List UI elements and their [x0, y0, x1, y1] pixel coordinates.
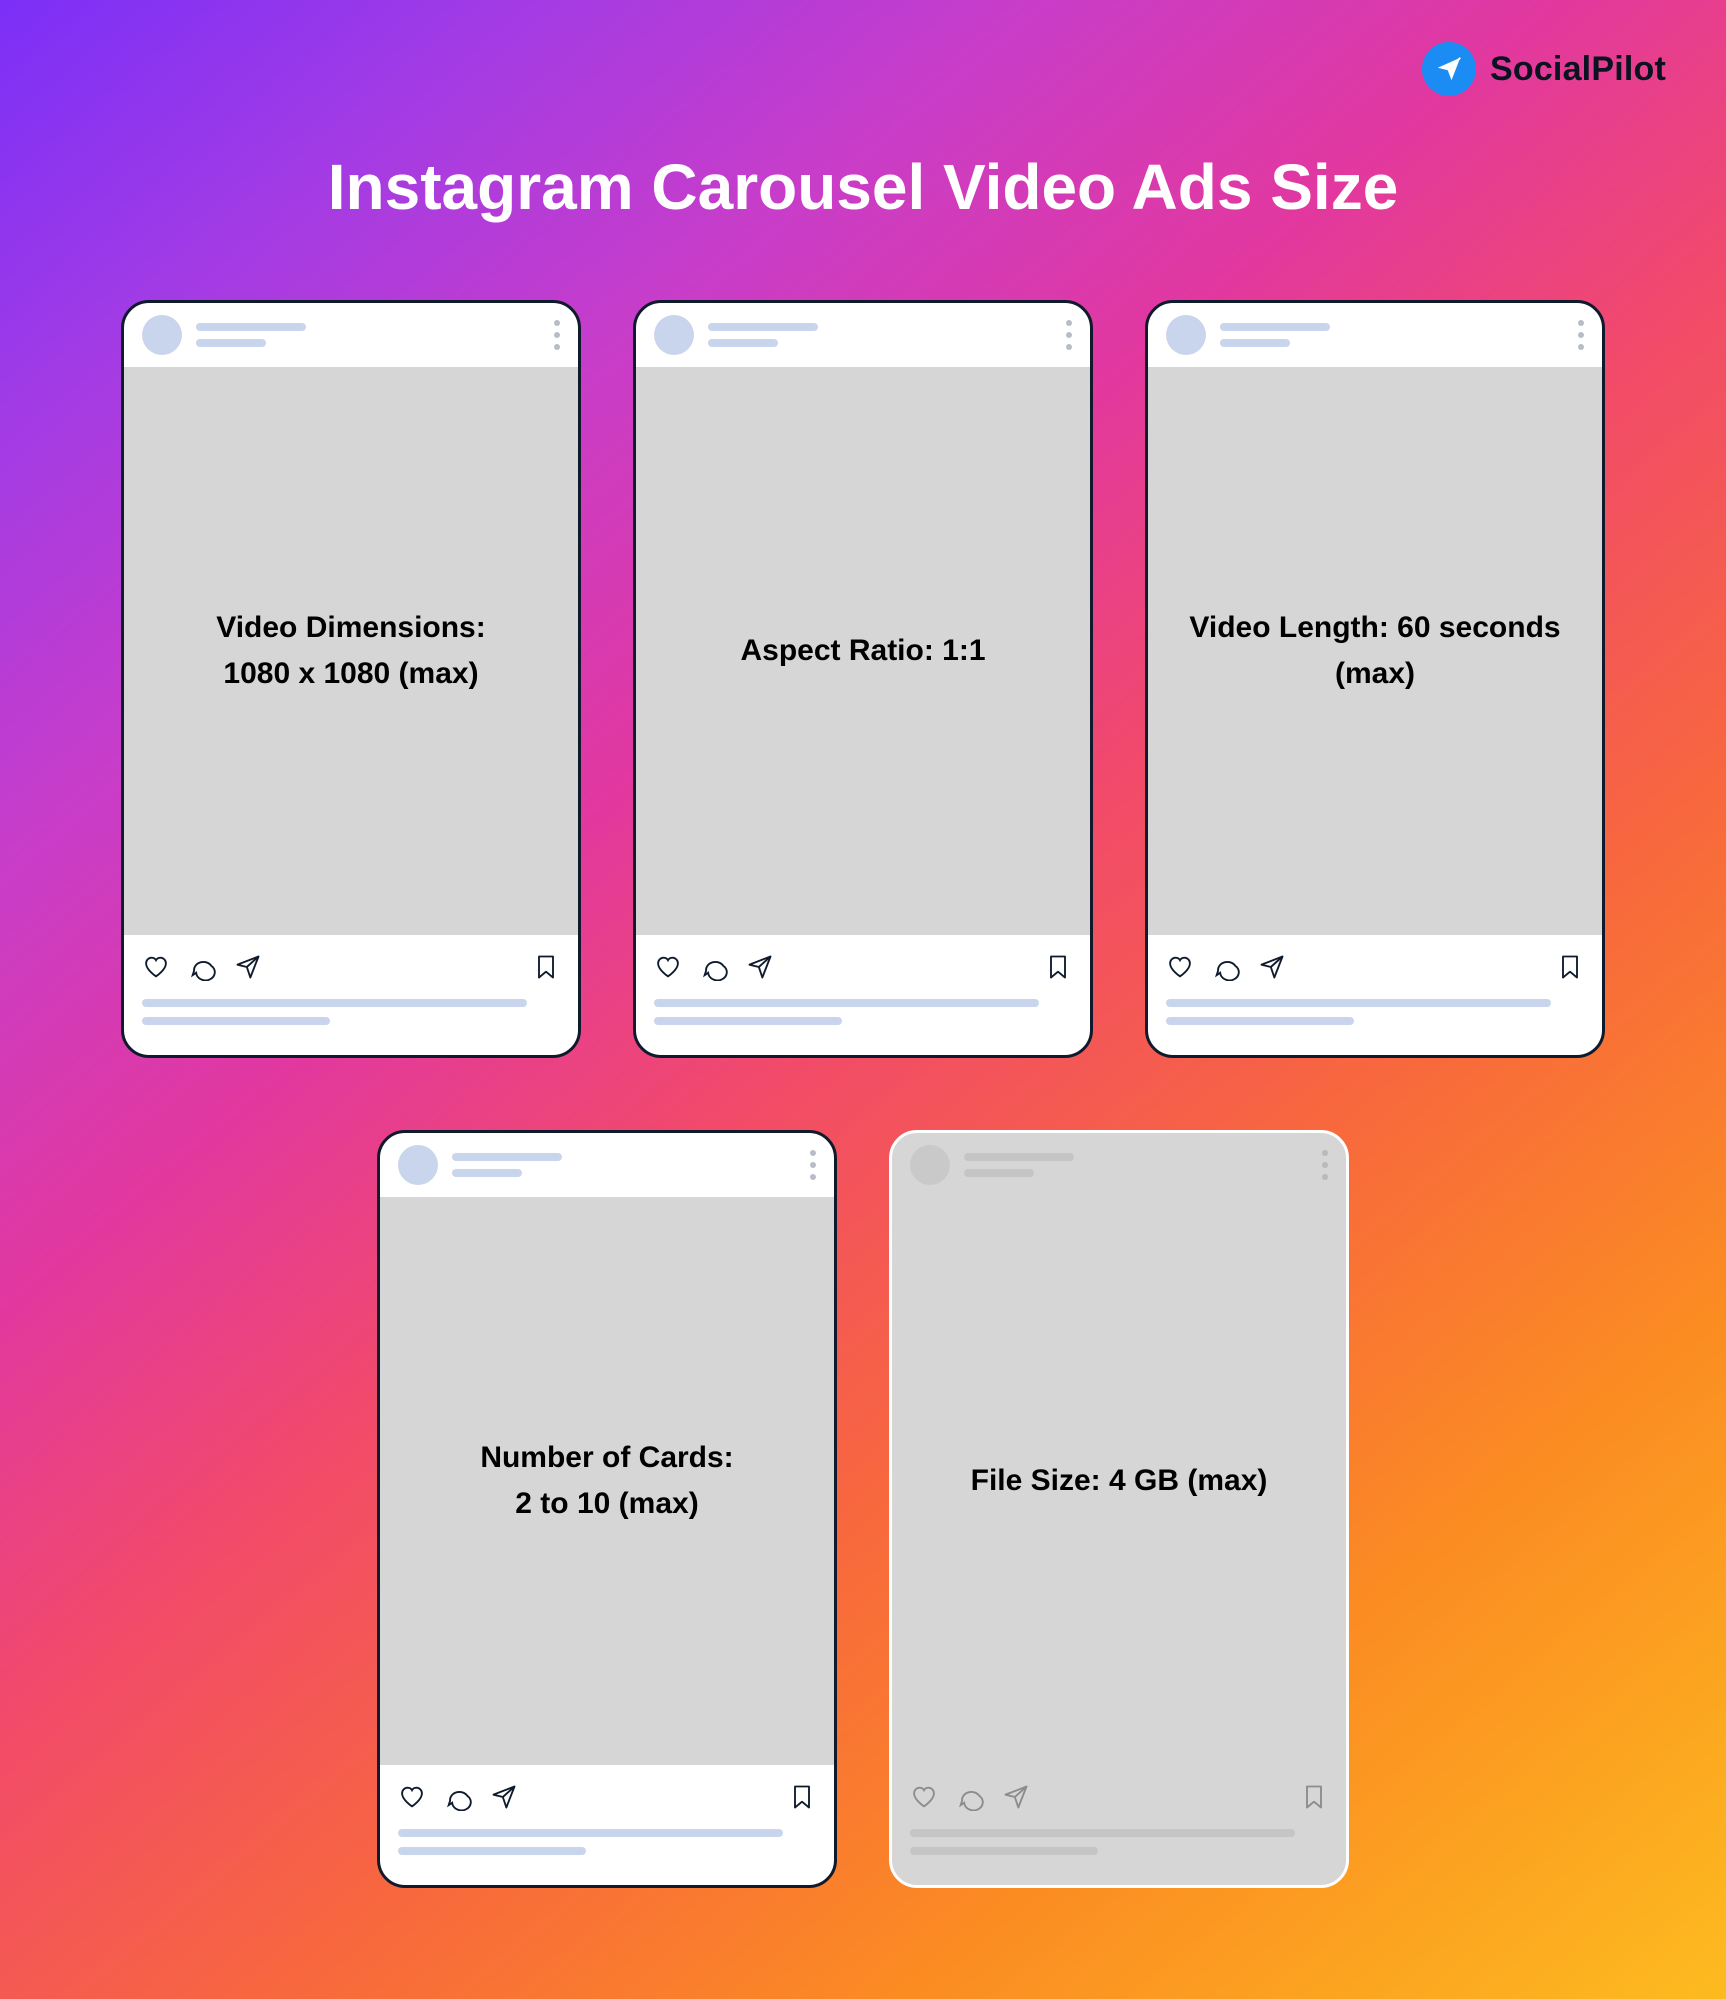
post-actions	[380, 1765, 834, 1829]
vertical-dots-icon[interactable]	[554, 320, 560, 350]
post-header	[1148, 303, 1602, 367]
heart-icon[interactable]	[910, 1783, 938, 1811]
spec-card-number-of-cards: Number of Cards: 2 to 10 (max)	[377, 1130, 837, 1888]
post-media: Number of Cards: 2 to 10 (max)	[380, 1197, 834, 1765]
avatar	[142, 315, 182, 355]
brand-name: SocialPilot	[1490, 50, 1666, 89]
brand-badge: SocialPilot	[1422, 42, 1666, 96]
heart-icon[interactable]	[654, 953, 682, 981]
post-media: File Size: 4 GB (max)	[892, 1197, 1346, 1765]
spec-text: Number of Cards: 2 to 10 (max)	[480, 1435, 733, 1528]
spec-card-file-size: File Size: 4 GB (max)	[889, 1130, 1349, 1888]
vertical-dots-icon[interactable]	[1322, 1150, 1328, 1180]
cards-row-1: Video Dimensions: 1080 x 1080 (max) Asp	[0, 300, 1726, 1058]
header-text-placeholder	[452, 1153, 562, 1177]
header-text-placeholder	[196, 323, 306, 347]
bookmark-icon[interactable]	[788, 1783, 816, 1811]
comment-icon[interactable]	[444, 1783, 472, 1811]
heart-icon[interactable]	[1166, 953, 1194, 981]
post-actions	[636, 935, 1090, 999]
post-media: Video Dimensions: 1080 x 1080 (max)	[124, 367, 578, 935]
avatar	[654, 315, 694, 355]
heart-icon[interactable]	[398, 1783, 426, 1811]
comment-icon[interactable]	[188, 953, 216, 981]
send-icon[interactable]	[490, 1783, 518, 1811]
header-text-placeholder	[1220, 323, 1330, 347]
post-actions	[892, 1765, 1346, 1829]
comment-icon[interactable]	[700, 953, 728, 981]
post-header	[380, 1133, 834, 1197]
spec-text: Video Length: 60 seconds (max)	[1178, 605, 1572, 698]
header-text-placeholder	[708, 323, 818, 347]
bookmark-icon[interactable]	[1044, 953, 1072, 981]
spec-card-video-length: Video Length: 60 seconds (max)	[1145, 300, 1605, 1058]
send-icon[interactable]	[234, 953, 262, 981]
post-media: Video Length: 60 seconds (max)	[1148, 367, 1602, 935]
bookmark-icon[interactable]	[1300, 1783, 1328, 1811]
send-icon[interactable]	[1002, 1783, 1030, 1811]
comment-icon[interactable]	[956, 1783, 984, 1811]
send-icon[interactable]	[746, 953, 774, 981]
post-header	[124, 303, 578, 367]
post-header	[636, 303, 1090, 367]
vertical-dots-icon[interactable]	[1578, 320, 1584, 350]
post-media: Aspect Ratio: 1:1	[636, 367, 1090, 935]
avatar	[1166, 315, 1206, 355]
spec-text: Video Dimensions: 1080 x 1080 (max)	[216, 605, 486, 698]
post-caption-placeholder	[636, 999, 1090, 1055]
cards-row-2: Number of Cards: 2 to 10 (max) File Siz	[0, 1130, 1726, 1888]
spec-card-aspect-ratio: Aspect Ratio: 1:1	[633, 300, 1093, 1058]
avatar	[398, 1145, 438, 1185]
post-actions	[1148, 935, 1602, 999]
post-caption-placeholder	[1148, 999, 1602, 1055]
spec-text: File Size: 4 GB (max)	[971, 1458, 1268, 1505]
avatar	[910, 1145, 950, 1185]
post-caption-placeholder	[380, 1829, 834, 1885]
post-caption-placeholder	[892, 1829, 1346, 1885]
vertical-dots-icon[interactable]	[810, 1150, 816, 1180]
send-icon[interactable]	[1258, 953, 1286, 981]
post-caption-placeholder	[124, 999, 578, 1055]
bookmark-icon[interactable]	[1556, 953, 1584, 981]
heart-icon[interactable]	[142, 953, 170, 981]
spec-card-video-dimensions: Video Dimensions: 1080 x 1080 (max)	[121, 300, 581, 1058]
bookmark-icon[interactable]	[532, 953, 560, 981]
vertical-dots-icon[interactable]	[1066, 320, 1072, 350]
comment-icon[interactable]	[1212, 953, 1240, 981]
post-actions	[124, 935, 578, 999]
paper-plane-icon	[1422, 42, 1476, 96]
header-text-placeholder	[964, 1153, 1074, 1177]
spec-text: Aspect Ratio: 1:1	[740, 628, 985, 675]
page-title: Instagram Carousel Video Ads Size	[0, 150, 1726, 224]
post-header	[892, 1133, 1346, 1197]
